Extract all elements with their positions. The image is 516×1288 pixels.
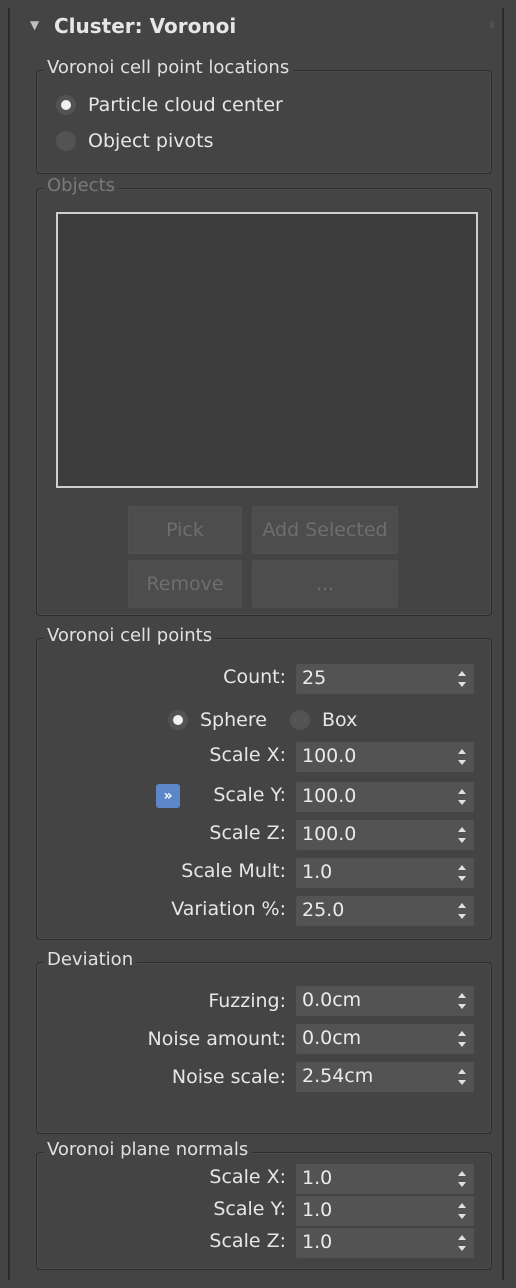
cell-scale-z-value[interactable]: 100.0 (302, 823, 356, 845)
radio-label: Box (322, 709, 358, 731)
drag-grip-icon[interactable]: ⁞⁞ (490, 20, 495, 31)
noise-amount-value[interactable]: 0.0cm (302, 1027, 361, 1049)
radio-object-pivots[interactable]: Object pivots (56, 127, 213, 155)
scale-mult-spinner[interactable]: 1.0 (296, 858, 474, 888)
scale-mult-label: Scale Mult: (181, 860, 286, 882)
cell-scale-y-spinner[interactable]: 100.0 (296, 782, 474, 812)
radio-button-icon[interactable] (168, 710, 188, 730)
cell-scale-z-label: Scale Z: (209, 822, 286, 844)
count-value[interactable]: 25 (302, 667, 326, 689)
radio-particle-cloud-center[interactable]: Particle cloud center (56, 91, 283, 119)
normals-scale-x-spinner[interactable]: 1.0 (296, 1164, 474, 1194)
radio-sphere[interactable]: Sphere (168, 706, 267, 734)
deviation-legend: Deviation (43, 948, 138, 972)
cell-scale-y-label: Scale Y: (213, 784, 286, 806)
normals-scale-z-spinner[interactable]: 1.0 (296, 1228, 474, 1258)
noise-amount-spinner[interactable]: 0.0cm (296, 1024, 474, 1054)
spinner-arrows-icon[interactable] (458, 827, 466, 843)
fuzzing-value[interactable]: 0.0cm (302, 989, 361, 1011)
collapse-arrow-icon[interactable]: ▼ (30, 18, 39, 32)
cell-scale-x-value[interactable]: 100.0 (302, 745, 356, 767)
spinner-arrows-icon[interactable] (458, 1203, 466, 1219)
normals-scale-z-label: Scale Z: (209, 1230, 286, 1252)
spinner-arrows-icon[interactable] (458, 865, 466, 881)
objects-legend: Objects (43, 174, 120, 198)
cell-locations-legend: Voronoi cell point locations (43, 56, 294, 80)
spinner-arrows-icon[interactable] (458, 671, 466, 687)
noise-scale-value[interactable]: 2.54cm (302, 1065, 373, 1087)
spinner-arrows-icon[interactable] (458, 903, 466, 919)
noise-amount-label: Noise amount: (147, 1028, 286, 1050)
spinner-arrows-icon[interactable] (458, 789, 466, 805)
rollout-header[interactable]: ▼ Cluster: Voronoi ⁞⁞ (10, 14, 500, 50)
normals-scale-y-value[interactable]: 1.0 (302, 1199, 332, 1221)
normals-scale-z-value[interactable]: 1.0 (302, 1231, 332, 1253)
normals-scale-x-value[interactable]: 1.0 (302, 1167, 332, 1189)
variation-label: Variation %: (171, 898, 286, 920)
cell-scale-y-value[interactable]: 100.0 (302, 785, 356, 807)
normals-scale-x-label: Scale X: (209, 1166, 286, 1188)
objects-listbox[interactable] (56, 212, 478, 488)
spinner-arrows-icon[interactable] (458, 1171, 466, 1187)
spinner-arrows-icon[interactable] (458, 1069, 466, 1085)
cell-scale-z-spinner[interactable]: 100.0 (296, 820, 474, 850)
radio-label: Particle cloud center (88, 94, 283, 116)
scale-mult-value[interactable]: 1.0 (302, 861, 332, 883)
fuzzing-label: Fuzzing: (208, 990, 286, 1012)
remove-button[interactable]: Remove (128, 560, 242, 608)
spinner-arrows-icon[interactable] (458, 1031, 466, 1047)
radio-button-icon[interactable] (290, 710, 310, 730)
spinner-arrows-icon[interactable] (458, 993, 466, 1009)
more-options-button[interactable]: ... (252, 560, 398, 608)
spinner-arrows-icon[interactable] (458, 1235, 466, 1251)
normals-scale-y-spinner[interactable]: 1.0 (296, 1196, 474, 1226)
cell-scale-x-spinner[interactable]: 100.0 (296, 742, 474, 772)
rollout-title: Cluster: Voronoi (54, 14, 237, 38)
spinner-arrows-icon[interactable] (458, 749, 466, 765)
radio-button-icon[interactable] (56, 131, 76, 151)
variation-spinner[interactable]: 25.0 (296, 896, 474, 926)
radio-box[interactable]: Box (290, 706, 357, 734)
variation-value[interactable]: 25.0 (302, 899, 344, 921)
pick-button[interactable]: Pick (128, 506, 242, 554)
cell-locations-group: Voronoi cell point locations (36, 56, 492, 174)
count-spinner[interactable]: 25 (296, 664, 474, 694)
radio-button-icon[interactable] (56, 95, 76, 115)
radio-label: Sphere (200, 709, 267, 731)
cell-points-legend: Voronoi cell points (43, 624, 217, 648)
plane-normals-legend: Voronoi plane normals (43, 1138, 253, 1162)
cell-scale-x-label: Scale X: (209, 744, 286, 766)
normals-scale-y-label: Scale Y: (213, 1198, 286, 1220)
radio-label: Object pivots (88, 130, 214, 152)
count-label: Count: (223, 666, 286, 688)
noise-scale-spinner[interactable]: 2.54cm (296, 1062, 474, 1092)
fuzzing-spinner[interactable]: 0.0cm (296, 986, 474, 1016)
noise-scale-label: Noise scale: (171, 1066, 286, 1088)
add-selected-button[interactable]: Add Selected (252, 506, 398, 554)
